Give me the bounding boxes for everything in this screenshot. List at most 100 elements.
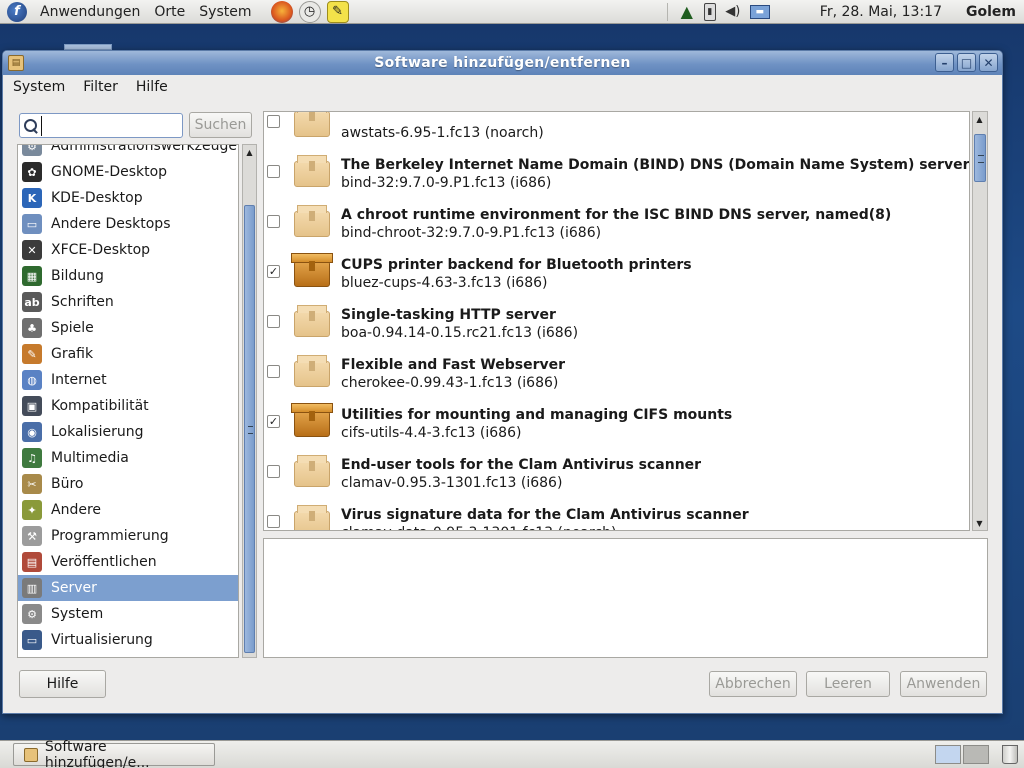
window-title: Software hinzufügen/entfernen <box>374 55 631 71</box>
package-checkbox[interactable] <box>267 115 280 128</box>
category-label: Programmierung <box>51 528 169 544</box>
menu-help[interactable]: Hilfe <box>126 79 176 95</box>
category-item[interactable]: ▥ Server <box>18 575 238 601</box>
menubar: System Filter Hilfe <box>3 75 1002 99</box>
category-item[interactable]: ◉ Lokalisierung <box>18 419 238 445</box>
menu-filter[interactable]: Filter <box>73 79 126 95</box>
package-summary: The Berkeley Internet Name Domain (BIND)… <box>341 157 970 173</box>
category-item[interactable]: ▭ Andere Desktops <box>18 211 238 237</box>
package-checkbox[interactable] <box>267 315 280 328</box>
category-item[interactable]: ▭ Virtualisierung <box>18 627 238 653</box>
category-item[interactable]: ◍ Internet <box>18 367 238 393</box>
help-button[interactable]: Hilfe <box>19 670 106 698</box>
localization-icon: ◉ <box>22 422 42 442</box>
category-item[interactable]: ✎ Grafik <box>18 341 238 367</box>
category-item[interactable]: ▤ Veröffentlichen <box>18 549 238 575</box>
package-checkbox[interactable] <box>267 365 280 378</box>
package-checkbox[interactable] <box>267 465 280 478</box>
network-icon[interactable]: ▬ <box>749 4 770 19</box>
category-item[interactable]: ♫ Multimedia <box>18 445 238 471</box>
scroll-up-arrow-icon[interactable]: ▲ <box>973 112 986 126</box>
package-available-icon <box>290 151 334 191</box>
package-row[interactable]: ✓ CUPS printer backend for Bluetooth prin… <box>264 245 969 295</box>
package-row[interactable]: Flexible and Fast Webserver cherokee-0.99… <box>264 345 969 395</box>
package-version: clamav-data-0.95.3-1301.fc13 (noarch) <box>341 525 616 530</box>
package-row[interactable]: The Berkeley Internet Name Domain (BIND)… <box>264 145 969 195</box>
category-item[interactable]: ✦ Andere <box>18 497 238 523</box>
package-row[interactable]: Single-tasking HTTP server boa-0.94.14-0.… <box>264 295 969 345</box>
scroll-grip-icon <box>978 155 984 163</box>
multimedia-icon: ♫ <box>22 448 42 468</box>
category-item[interactable]: K KDE-Desktop <box>18 185 238 211</box>
minimize-button[interactable]: – <box>935 53 954 72</box>
apply-button[interactable]: Anwenden <box>900 671 987 697</box>
package-checkbox[interactable] <box>267 165 280 178</box>
category-item[interactable]: ⚒ Programmierung <box>18 523 238 549</box>
trash-icon[interactable] <box>1002 745 1018 764</box>
search-input[interactable] <box>41 115 179 136</box>
education-icon: ▦ <box>22 266 42 286</box>
category-label: Andere Desktops <box>51 216 171 232</box>
system-icon: ⚙ <box>22 604 42 624</box>
category-item[interactable]: ⚙ Administrationswerkzeuge <box>18 145 238 159</box>
scroll-down-arrow-icon[interactable]: ▼ <box>973 516 986 530</box>
package-scrollbar[interactable]: ▲ ▼ <box>972 111 988 531</box>
fedora-logo-icon[interactable]: f <box>7 1 27 22</box>
firefox-launcher-icon[interactable] <box>270 0 293 23</box>
search-button[interactable]: Suchen <box>189 112 252 138</box>
package-checkbox[interactable]: ✓ <box>267 265 280 278</box>
menu-places[interactable]: Orte <box>147 4 192 20</box>
scroll-up-arrow-icon[interactable]: ▲ <box>243 145 256 159</box>
fonts-icon: ab <box>22 292 42 312</box>
package-installed-icon <box>290 251 334 291</box>
update-tree-icon[interactable]: ▲ <box>678 2 696 21</box>
kde-icon: K <box>22 188 42 208</box>
package-available-icon <box>290 501 334 530</box>
programming-icon: ⚒ <box>22 526 42 546</box>
category-item[interactable]: ▦ Bildung <box>18 263 238 289</box>
package-available-icon <box>290 112 334 141</box>
search-field[interactable] <box>19 113 183 138</box>
category-scroll-thumb[interactable] <box>244 205 255 653</box>
workspace-2[interactable] <box>963 745 989 764</box>
category-label: Internet <box>51 372 107 388</box>
category-item[interactable]: ▣ Kompatibilität <box>18 393 238 419</box>
package-checkbox[interactable]: ✓ <box>267 415 280 428</box>
menu-system[interactable]: System <box>192 4 258 20</box>
user-name[interactable]: Golem <box>966 4 1016 20</box>
category-item[interactable]: ⚙ System <box>18 601 238 627</box>
notes-launcher-icon[interactable]: ✎ <box>326 0 349 23</box>
package-checkbox[interactable] <box>267 515 280 528</box>
window-titlebar[interactable]: ▤ Software hinzufügen/entfernen – □ ✕ <box>3 51 1002 75</box>
category-item[interactable]: ✕ XFCE-Desktop <box>18 237 238 263</box>
close-button[interactable]: ✕ <box>979 53 998 72</box>
panel-clock[interactable]: Fr, 28. Mai, 13:17 <box>820 4 942 20</box>
removable-drive-icon[interactable]: ▮ <box>703 2 716 21</box>
category-label: KDE-Desktop <box>51 190 143 206</box>
maximize-button[interactable]: □ <box>957 53 976 72</box>
package-row[interactable]: awstats-6.95-1.fc13 (noarch) <box>264 112 969 145</box>
cancel-button[interactable]: Abbrechen <box>709 671 797 697</box>
package-row[interactable]: A chroot runtime environment for the ISC… <box>264 195 969 245</box>
category-item[interactable]: ✂ Büro <box>18 471 238 497</box>
category-label: Multimedia <box>51 450 129 466</box>
taskbar-window-button[interactable]: Software hinzufügen/e... <box>13 739 215 768</box>
package-row[interactable]: ✓ Utilities for mounting and managing CIF… <box>264 395 969 445</box>
category-item[interactable]: ♣ Spiele <box>18 315 238 341</box>
category-label: XFCE-Desktop <box>51 242 151 258</box>
clock-app-launcher-icon[interactable]: ◷ <box>298 0 321 23</box>
menu-applications[interactable]: Anwendungen <box>33 4 147 20</box>
package-checkbox[interactable] <box>267 215 280 228</box>
package-row[interactable]: Virus signature data for the Clam Antivi… <box>264 495 969 530</box>
category-item[interactable]: ✿ GNOME-Desktop <box>18 159 238 185</box>
category-item[interactable]: ab Schriften <box>18 289 238 315</box>
package-scroll-thumb[interactable] <box>974 134 986 182</box>
clear-button[interactable]: Leeren <box>806 671 890 697</box>
category-scrollbar[interactable]: ▲ <box>242 144 257 658</box>
software-window: ▤ Software hinzufügen/entfernen – □ ✕ Sy… <box>2 50 1003 714</box>
volume-icon[interactable]: ◀) <box>724 3 742 21</box>
package-row[interactable]: End-user tools for the Clam Antivirus sc… <box>264 445 969 495</box>
package-version: cherokee-0.99.43-1.fc13 (i686) <box>341 375 559 391</box>
workspace-1[interactable] <box>935 745 961 764</box>
menu-system-window[interactable]: System <box>3 79 73 95</box>
